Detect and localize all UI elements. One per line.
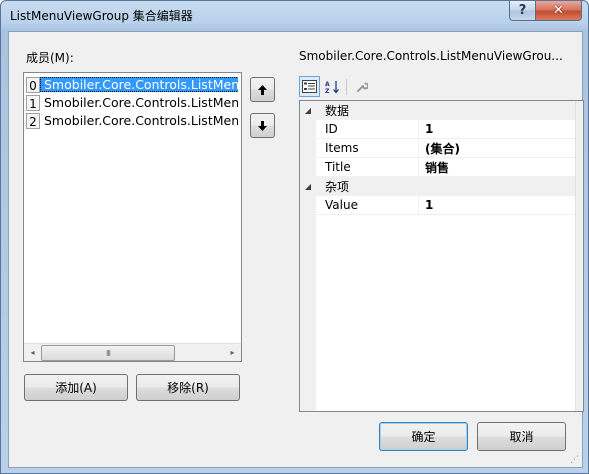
property-value[interactable]: 1 [419, 122, 433, 136]
property-grid[interactable]: ◢ 数据 ID 1 Items (集合) Title 销售 ◢ 杂项 Value [299, 100, 584, 412]
alphabetical-icon[interactable]: A Z [322, 76, 343, 97]
property-name: Value [316, 196, 419, 214]
scroll-left-icon[interactable]: ◂ [24, 344, 41, 361]
property-row-title[interactable]: Title 销售 [316, 158, 583, 177]
list-item-label: Smobiler.Core.Controls.ListMenuV [44, 113, 238, 128]
members-listbox[interactable]: 0 Smobiler.Core.Controls.ListMenu 1 Smob… [23, 72, 242, 362]
property-value[interactable]: 1 [419, 198, 433, 212]
property-name: ID [316, 120, 419, 138]
list-item[interactable]: 0 Smobiler.Core.Controls.ListMenu [26, 76, 238, 93]
category-label: 数据 [325, 104, 350, 118]
property-name: Items [316, 139, 419, 157]
title-bar[interactable]: ListMenuViewGroup 集合编辑器 ? ✕ [1, 1, 588, 31]
toolbar-separator [346, 79, 347, 95]
window-title: ListMenuViewGroup 集合编辑器 [10, 9, 193, 23]
grid-margin [300, 101, 316, 411]
category-row-misc[interactable]: ◢ 杂项 [300, 177, 583, 196]
wrench-icon[interactable] [351, 76, 372, 97]
categorized-icon[interactable] [299, 76, 320, 97]
category-row-data[interactable]: ◢ 数据 [300, 101, 583, 120]
properties-label: Smobiler.Core.Controls.ListMenuViewGrou.… [299, 49, 563, 63]
svg-text:Z: Z [325, 88, 330, 94]
svg-text:A: A [325, 81, 330, 88]
horizontal-scrollbar[interactable]: ◂ III ▸ [24, 343, 241, 361]
list-item-label: Smobiler.Core.Controls.ListMenuV [44, 95, 238, 110]
resize-grip-icon[interactable]: ⋰ [570, 455, 580, 465]
collection-editor-window: ListMenuViewGroup 集合编辑器 ? ✕ 成员(M): 0 Smo… [0, 0, 589, 474]
property-grid-toolbar: A Z [299, 76, 389, 98]
list-item-index: 0 [26, 76, 40, 93]
arrow-up-icon [258, 84, 267, 95]
move-down-button[interactable] [250, 113, 275, 138]
collapse-icon[interactable]: ◢ [300, 106, 316, 115]
arrow-down-icon [258, 120, 267, 131]
help-button[interactable]: ? [509, 1, 536, 21]
scroll-right-icon[interactable]: ▸ [224, 344, 241, 361]
property-value[interactable]: 销售 [419, 159, 449, 176]
category-label: 杂项 [325, 180, 350, 194]
list-item[interactable]: 2 Smobiler.Core.Controls.ListMenuV [26, 112, 238, 129]
list-item-index: 1 [26, 94, 40, 111]
add-button[interactable]: 添加(A) [24, 374, 128, 401]
ok-button[interactable]: 确定 [379, 422, 468, 451]
remove-button[interactable]: 移除(R) [136, 374, 240, 401]
close-button[interactable]: ✕ [535, 1, 582, 21]
property-row-value[interactable]: Value 1 [316, 196, 583, 215]
vertical-scrollbar[interactable] [575, 101, 583, 411]
property-row-items[interactable]: Items (集合) [316, 139, 583, 158]
property-row-id[interactable]: ID 1 [316, 120, 583, 139]
property-value[interactable]: (集合) [419, 140, 460, 157]
scrollbar-thumb[interactable]: III [41, 345, 175, 361]
list-item[interactable]: 1 Smobiler.Core.Controls.ListMenuV [26, 94, 238, 111]
property-name: Title [316, 158, 419, 176]
move-up-button[interactable] [250, 77, 275, 102]
list-item-index: 2 [26, 112, 40, 129]
members-label: 成员(M): [26, 51, 74, 65]
collapse-icon[interactable]: ◢ [300, 182, 316, 191]
cancel-button[interactable]: 取消 [477, 422, 566, 451]
list-item-label: Smobiler.Core.Controls.ListMenu [40, 77, 238, 92]
dialog-client-area: 成员(M): 0 Smobiler.Core.Controls.ListMenu… [8, 31, 584, 468]
